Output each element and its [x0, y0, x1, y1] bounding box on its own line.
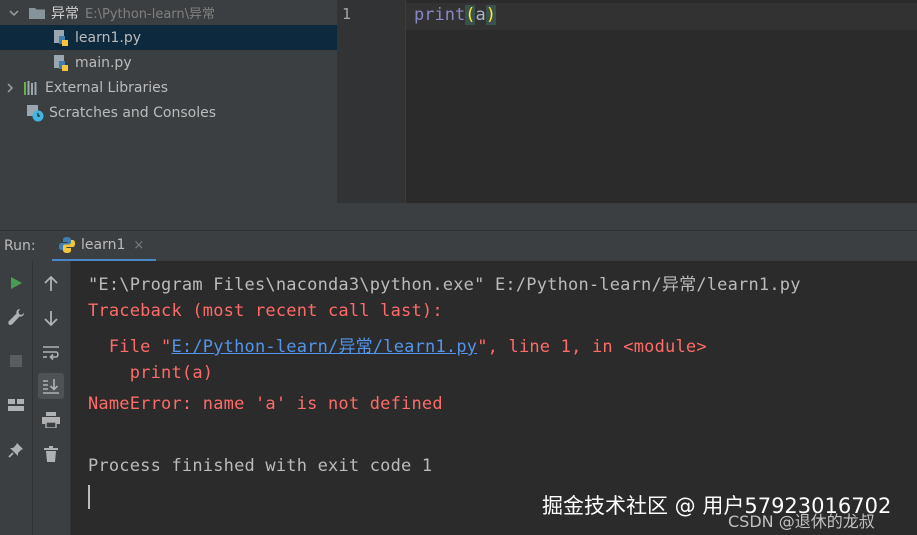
code-editor: 1 print(a)	[337, 0, 917, 230]
scroll-to-end-button[interactable]	[38, 373, 64, 399]
python-icon	[58, 236, 76, 254]
play-icon	[11, 277, 22, 289]
traceback-header: Traceback (most recent call last):	[88, 301, 443, 321]
code-paren-close: )	[485, 5, 496, 25]
chevron-down-icon[interactable]	[8, 7, 20, 19]
tree-item-label: 异常	[51, 5, 79, 22]
tree-item-main[interactable]: main.py	[0, 50, 337, 75]
run-label: Run:	[4, 238, 36, 254]
tree-item-label: learn1.py	[75, 29, 141, 46]
text-caret	[88, 485, 90, 509]
file-link[interactable]: E:/Python-learn/异常/learn1.py	[171, 337, 477, 357]
ide-window: 异常 E:\Python-learn\异常 learn1.py main.py …	[0, 0, 917, 535]
run-toolbar-primary	[0, 261, 33, 535]
code-area[interactable]: print(a)	[406, 0, 917, 203]
layout-icon	[8, 399, 24, 411]
scratches-icon	[26, 104, 44, 122]
wrench-icon	[8, 309, 24, 326]
line-gutter: 1	[337, 0, 405, 203]
pin-button[interactable]	[3, 437, 29, 463]
exit-message: Process finished with exit code 1	[88, 456, 433, 476]
tree-item-folder[interactable]: 异常 E:\Python-learn\异常	[0, 0, 337, 25]
run-tool-header: Run: learn1 ×	[0, 230, 917, 262]
arrow-down-icon	[44, 311, 58, 326]
scroll-to-end-icon	[43, 379, 59, 394]
code-paren-open: (	[465, 5, 476, 25]
python-file-icon	[52, 29, 70, 47]
libraries-icon	[22, 79, 40, 97]
stop-button[interactable]	[3, 348, 29, 374]
clear-button[interactable]	[38, 441, 64, 467]
close-icon[interactable]: ×	[133, 238, 144, 253]
tree-item-scratches[interactable]: Scratches and Consoles	[0, 100, 337, 125]
error-message: NameError: name 'a' is not defined	[88, 394, 443, 414]
line-number: 1	[342, 5, 352, 23]
tree-item-label: main.py	[75, 54, 132, 71]
settings-button[interactable]	[3, 304, 29, 330]
traceback-file-line: File "E:/Python-learn/异常/learn1.py", lin…	[88, 332, 707, 357]
tree-item-label: Scratches and Consoles	[49, 104, 216, 121]
folder-icon	[28, 4, 46, 22]
print-icon	[42, 412, 60, 428]
chevron-right-icon[interactable]	[4, 82, 16, 94]
tree-item-external-libraries[interactable]: External Libraries	[0, 75, 337, 100]
watermark-secondary: CSDN @退休的龙叔	[728, 512, 875, 531]
tree-item-label: External Libraries	[45, 79, 168, 96]
scroll-up-button[interactable]	[38, 271, 64, 297]
code-line[interactable]: print(a)	[414, 5, 496, 25]
stop-icon	[10, 355, 22, 367]
run-tab-label: learn1	[81, 237, 126, 253]
soft-wrap-button[interactable]	[38, 340, 64, 366]
print-button[interactable]	[38, 407, 64, 433]
traceback-code-line: print(a)	[88, 363, 214, 383]
trash-icon	[44, 446, 58, 462]
file-suffix: ", line 1, in <module>	[477, 337, 707, 357]
tree-item-learn1[interactable]: learn1.py	[0, 25, 337, 50]
project-tree: 异常 E:\Python-learn\异常 learn1.py main.py …	[0, 0, 337, 230]
soft-wrap-icon	[43, 346, 59, 361]
pin-icon	[8, 443, 23, 458]
python-file-icon	[52, 54, 70, 72]
scroll-down-button[interactable]	[38, 305, 64, 331]
code-builtin: print	[414, 5, 466, 25]
file-prefix: File "	[88, 337, 172, 357]
folder-path: E:\Python-learn\异常	[85, 7, 216, 22]
layout-button[interactable]	[3, 392, 29, 418]
console-command-line: "E:\Program Files\naconda3\python.exe" E…	[88, 275, 801, 295]
code-argument: a	[475, 5, 486, 25]
editor-bottom-area	[337, 203, 917, 230]
rerun-button[interactable]	[3, 270, 29, 296]
arrow-up-icon	[44, 276, 58, 291]
run-tab-learn1[interactable]: learn1 ×	[52, 231, 156, 262]
run-toolbar-secondary	[33, 261, 71, 535]
